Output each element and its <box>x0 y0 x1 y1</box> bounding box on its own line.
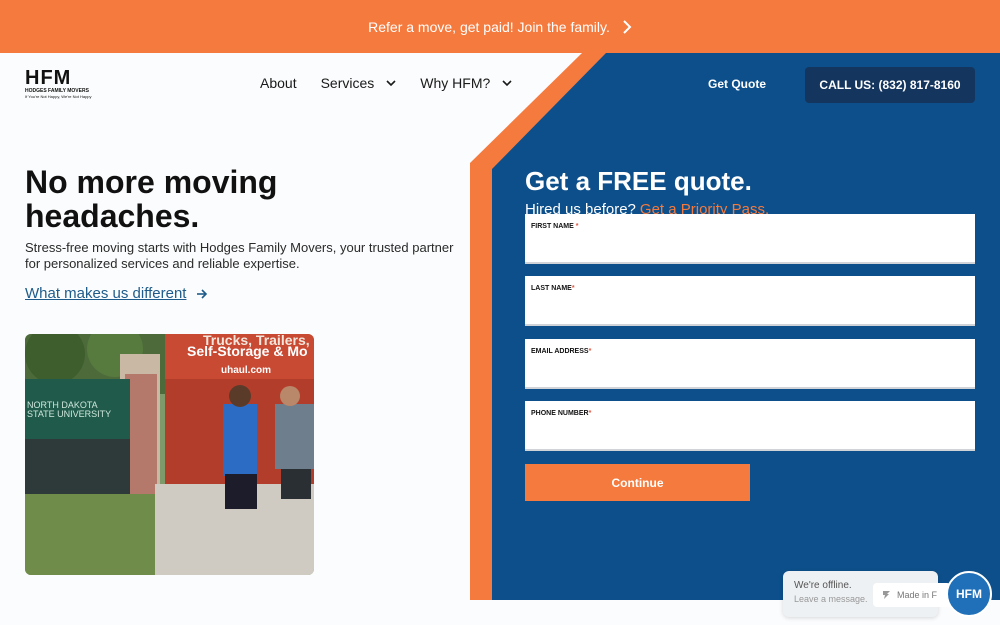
chevron-down-icon <box>502 79 512 86</box>
logo-mark: HFM <box>25 67 72 89</box>
email-field[interactable]: EMAIL ADDRESS* <box>525 339 975 389</box>
promo-text: Refer a move, get paid! Join the family. <box>368 18 610 35</box>
continue-button[interactable]: Continue <box>525 464 750 501</box>
logo-tagline: If You're Not Happy, We're Not Happy <box>25 94 92 99</box>
last-name-field[interactable]: LAST NAME* <box>525 276 975 326</box>
nav-services[interactable]: Services <box>321 75 397 91</box>
chevron-down-icon <box>386 79 396 86</box>
hero-description: Stress-free moving starts with Hodges Fa… <box>25 240 454 271</box>
logo[interactable]: HFM HODGES FAMILY MOVERS If You're Not H… <box>25 68 103 102</box>
promo-banner[interactable]: Refer a move, get paid! Join the family. <box>0 0 1000 53</box>
photo-truck-text-2: Self-Storage & Mo <box>187 343 308 359</box>
photo-sign-text-2: STATE UNIVERSITY <box>27 409 112 419</box>
what-makes-us-different-link[interactable]: What makes us different <box>25 285 208 302</box>
nav-services-label: Services <box>320 75 375 91</box>
call-us-button[interactable]: CALL US: (832) 817-8160 <box>805 67 975 103</box>
phone-field[interactable]: PHONE NUMBER* <box>525 401 975 451</box>
photo-truck-url: uhaul.com <box>221 365 272 376</box>
main-nav: About Services Why HFM? <box>260 75 512 91</box>
quote-form-title: Get a FREE quote. <box>525 166 752 196</box>
chat-avatar[interactable]: HFM <box>946 571 992 617</box>
nav-why-hfm[interactable]: Why HFM? <box>420 75 512 91</box>
first-name-field[interactable]: FIRST NAME * <box>525 214 975 264</box>
nav-why-hfm-label: Why HFM? <box>420 75 491 91</box>
nav-about-label: About <box>260 75 297 91</box>
chevron-right-icon <box>623 19 632 34</box>
brand-icon <box>883 591 890 599</box>
page: Refer a move, get paid! Join the family.… <box>0 0 1000 625</box>
made-in-badge[interactable]: Made in F <box>873 583 951 607</box>
hero-link-label: What makes us different <box>25 285 187 302</box>
hero-title: No more moving headaches. <box>25 164 278 234</box>
made-in-text: Made in F <box>897 590 938 600</box>
hero-photo: NORTH DAKOTA STATE UNIVERSITY Trucks, Tr… <box>25 334 314 575</box>
phone-label: PHONE NUMBER* <box>531 410 592 417</box>
last-name-label: LAST NAME* <box>531 285 575 292</box>
nav-about[interactable]: About <box>260 75 297 91</box>
email-label: EMAIL ADDRESS* <box>531 348 592 355</box>
arrow-right-icon <box>197 288 208 299</box>
first-name-label: FIRST NAME * <box>531 223 579 230</box>
get-quote-link[interactable]: Get Quote <box>708 77 766 91</box>
